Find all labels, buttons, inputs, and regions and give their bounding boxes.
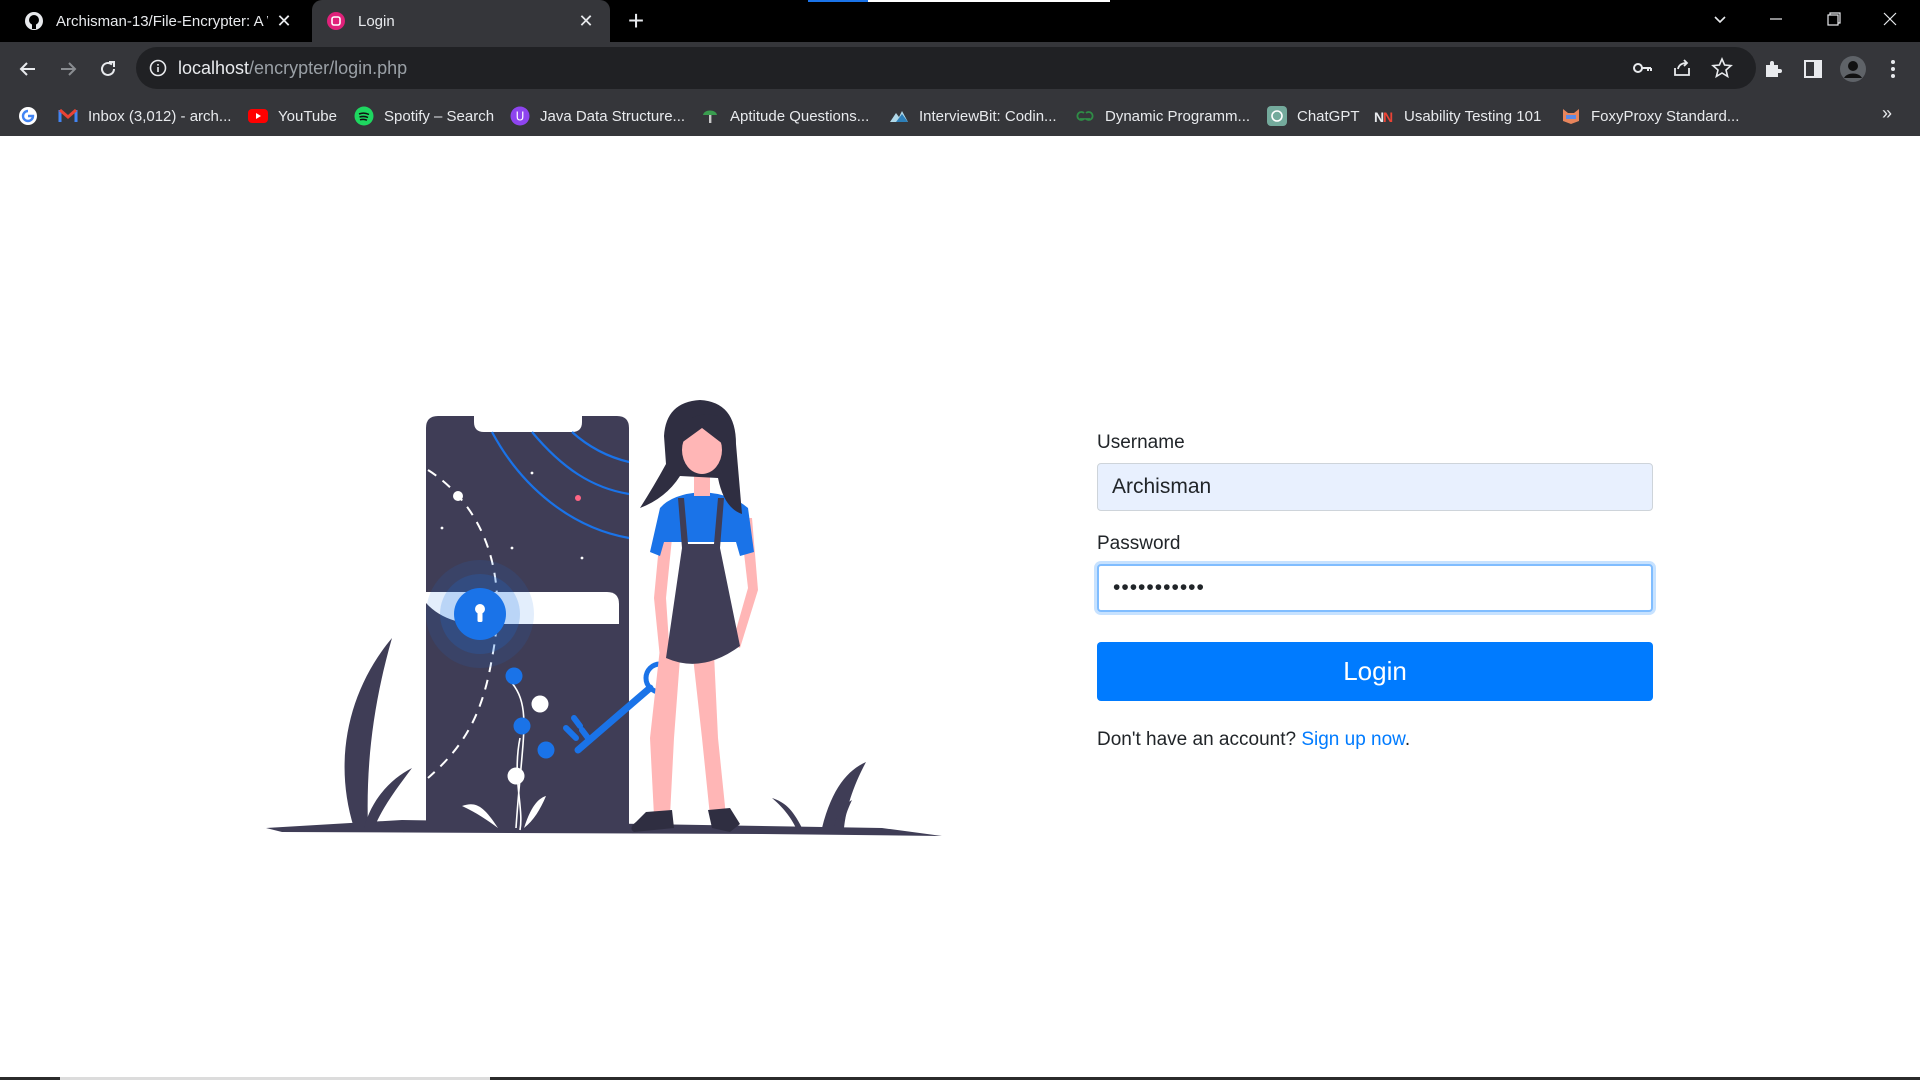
profile-avatar[interactable]: [1838, 54, 1868, 84]
bookmark-star-icon[interactable]: [1710, 56, 1734, 80]
bookmark-aptitude[interactable]: Aptitude Questions...: [700, 103, 869, 129]
bookmark-google[interactable]: [18, 103, 48, 129]
github-icon: [24, 11, 44, 31]
aptitude-icon: [700, 106, 720, 126]
url-text: localhost/encrypter/login.php: [178, 58, 408, 78]
bookmark-youtube[interactable]: YouTube: [248, 103, 337, 129]
bookmark-chatgpt[interactable]: ChatGPT: [1267, 103, 1360, 129]
nn-icon: NN: [1374, 106, 1394, 126]
minimize-icon[interactable]: [1748, 0, 1804, 38]
share-icon[interactable]: [1670, 56, 1694, 80]
tab-title: Login: [358, 12, 395, 30]
spotify-icon: [354, 106, 374, 126]
java-icon: U: [510, 106, 530, 126]
gmail-icon: [58, 106, 78, 126]
signup-link[interactable]: Sign up now: [1301, 729, 1405, 750]
chatgpt-icon: [1267, 106, 1287, 126]
signup-prompt: Don't have an account? Sign up now.: [1097, 729, 1411, 750]
username-label: Username: [1097, 432, 1185, 453]
bookmark-inbox[interactable]: Inbox (3,012) - arch...: [58, 103, 231, 129]
foxyproxy-icon: [1561, 106, 1581, 126]
google-icon: [18, 106, 38, 126]
login-button[interactable]: Login: [1097, 642, 1653, 701]
login-illustration: [266, 400, 942, 836]
bookmark-java[interactable]: U Java Data Structure...: [510, 103, 685, 129]
youtube-icon: [248, 106, 268, 126]
bookmark-foxyproxy[interactable]: FoxyProxy Standard...: [1561, 103, 1739, 129]
site-info-icon[interactable]: [148, 58, 168, 78]
forward-icon[interactable]: [52, 53, 84, 85]
password-input[interactable]: [1097, 564, 1653, 612]
back-icon[interactable]: [12, 53, 44, 85]
bookmark-spotify[interactable]: Spotify – Search: [354, 103, 494, 129]
close-icon[interactable]: ✕: [576, 11, 596, 31]
address-bar[interactable]: localhost/encrypter/login.php: [136, 47, 1756, 89]
bookmarks-bar: Inbox (3,012) - arch... YouTube Spotify …: [0, 95, 1920, 136]
tab-search-icon[interactable]: [1692, 0, 1748, 38]
password-label: Password: [1097, 533, 1181, 554]
gfg-icon: [1075, 106, 1095, 126]
tab-github[interactable]: Archisman-13/File-Encrypter: A W ✕: [10, 0, 308, 42]
tab-strip: Archisman-13/File-Encrypter: A W ✕ Login…: [0, 0, 1920, 42]
side-panel-icon[interactable]: [1798, 54, 1828, 84]
login-form: Username Password Login Don't have an ac…: [1097, 432, 1655, 751]
key-icon[interactable]: [1630, 56, 1654, 80]
username-input[interactable]: [1097, 463, 1653, 511]
restore-icon[interactable]: [1806, 0, 1862, 38]
bookmark-dynamic-programming[interactable]: Dynamic Programm...: [1075, 103, 1250, 129]
bookmarks-overflow-button[interactable]: »: [1882, 103, 1892, 124]
bookmark-interviewbit[interactable]: InterviewBit: Codin...: [889, 103, 1057, 129]
menu-icon[interactable]: [1878, 54, 1908, 84]
page-favicon-icon: [326, 11, 346, 31]
loading-indicator: [808, 0, 1110, 2]
bookmark-usability-testing[interactable]: NN Usability Testing 101: [1374, 103, 1541, 129]
svg-text:N: N: [1383, 109, 1393, 124]
interviewbit-icon: [889, 106, 909, 126]
tab-title: Archisman-13/File-Encrypter: A W: [56, 12, 268, 30]
svg-text:U: U: [516, 110, 525, 124]
close-icon[interactable]: ✕: [274, 11, 294, 31]
tab-login[interactable]: Login ✕: [312, 0, 610, 42]
page-content: Username Password Login Don't have an ac…: [0, 136, 1920, 1080]
new-tab-button[interactable]: +: [622, 7, 650, 36]
extensions-icon[interactable]: [1758, 54, 1788, 84]
reload-icon[interactable]: [92, 53, 124, 85]
browser-toolbar: localhost/encrypter/login.php: [0, 42, 1920, 95]
close-window-icon[interactable]: [1862, 0, 1918, 38]
